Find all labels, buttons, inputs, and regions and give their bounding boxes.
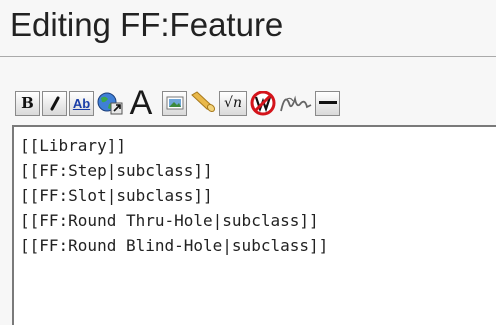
no-wiki-icon [250, 90, 276, 116]
media-file-button[interactable] [189, 91, 217, 116]
horizontal-line-button[interactable] [315, 90, 340, 116]
editor-line: [[FF:Round Blind-Hole|subclass]] [20, 236, 329, 255]
page-title: Editing FF:Feature [10, 6, 284, 43]
globe-link-icon [97, 92, 123, 115]
image-icon [166, 96, 183, 110]
editor-line: [[FF:Step|subclass]] [20, 161, 213, 180]
editor-line: [[Library]] [20, 136, 126, 155]
horizontal-line-icon [318, 101, 337, 104]
editor-line: [[FF:Round Thru-Hole|subclass]] [20, 211, 319, 230]
internal-link-icon: Ab [72, 95, 91, 111]
title-divider [0, 56, 496, 57]
signature-icon [280, 95, 312, 112]
internal-link-button[interactable]: Ab [69, 90, 94, 116]
headline-button[interactable]: A [126, 87, 156, 119]
media-horn-icon [191, 91, 216, 113]
edit-toolbar: B Ab A √n [15, 86, 340, 120]
headline-icon: A [129, 87, 153, 119]
embedded-image-button[interactable] [162, 90, 187, 116]
italic-button[interactable] [42, 90, 67, 116]
italic-icon [50, 96, 59, 111]
bold-icon: B [21, 94, 34, 112]
signature-button[interactable] [279, 91, 313, 116]
sqrt-icon: √n [224, 95, 242, 111]
external-link-button[interactable] [96, 91, 124, 116]
math-formula-button[interactable]: √n [219, 90, 247, 116]
editor-line: [[FF:Slot|subclass]] [20, 186, 213, 205]
edit-textarea[interactable]: [[Library]] [[FF:Step|subclass]] [[FF:Sl… [12, 125, 496, 325]
nowiki-button[interactable] [249, 90, 277, 116]
bold-button[interactable]: B [15, 90, 40, 116]
